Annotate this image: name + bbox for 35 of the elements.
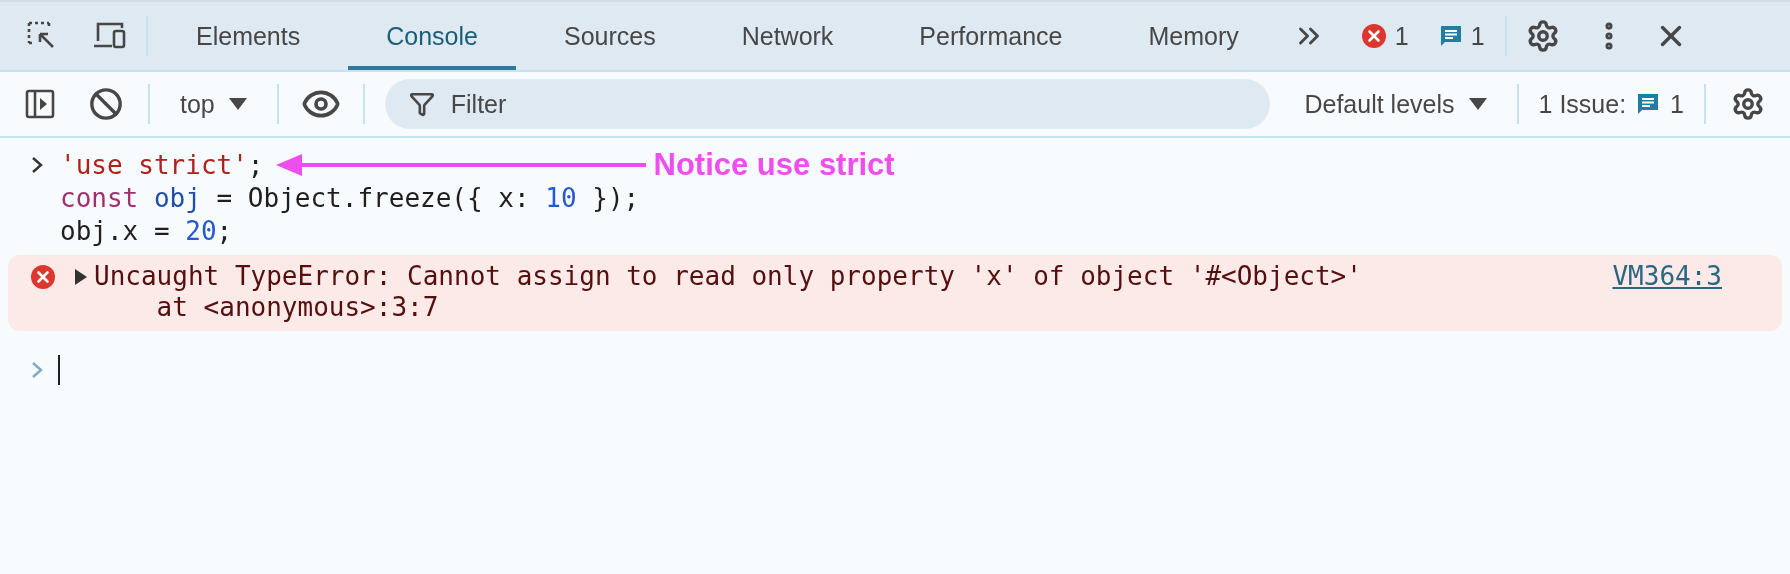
panel-tab[interactable]: Network bbox=[703, 2, 872, 70]
message-icon bbox=[1636, 92, 1661, 116]
issues-count[interactable]: 1 bbox=[1670, 89, 1684, 119]
expand-triangle-icon[interactable] bbox=[74, 269, 88, 285]
panel-tab[interactable]: Elements bbox=[158, 2, 339, 70]
sidebar-toggle-icon[interactable] bbox=[25, 89, 55, 119]
code-line: const obj = Object.freeze({ x: 10 }); bbox=[60, 182, 640, 213]
context-selector[interactable]: top bbox=[170, 89, 257, 119]
prompt-icon bbox=[30, 361, 44, 379]
filter-icon bbox=[408, 91, 435, 117]
stack-trace: at <anonymous>:3:7 bbox=[155, 292, 440, 323]
error-text: Uncaught TypeError: Cannot assign to read only property 'x' of object '#<Object>' bbox=[94, 261, 1363, 292]
issues-label[interactable]: 1 Issue: bbox=[1538, 89, 1627, 119]
panel-tab[interactable]: Memory bbox=[1110, 2, 1277, 70]
device-icon[interactable] bbox=[92, 21, 128, 51]
message-count: 1 bbox=[1470, 21, 1485, 51]
annotation-text: Notice use strict bbox=[653, 146, 895, 183]
error-count-icon bbox=[1360, 23, 1387, 49]
caret-icon[interactable] bbox=[228, 97, 247, 111]
error-count: 1 bbox=[1394, 21, 1409, 51]
console-settings-icon[interactable] bbox=[1731, 87, 1765, 121]
panel-tab[interactable]: Sources bbox=[525, 2, 694, 70]
clear-console-icon[interactable] bbox=[89, 87, 123, 121]
code-line: obj.x = 20; bbox=[60, 215, 233, 246]
error-icon bbox=[30, 264, 56, 290]
chevron-icon bbox=[30, 156, 44, 174]
source-link[interactable]: VM364:3 bbox=[1612, 261, 1722, 292]
panel-tab[interactable]: Performance bbox=[881, 2, 1101, 70]
code-line: 'use strict'; bbox=[60, 149, 264, 180]
filter-field[interactable]: Filter bbox=[384, 79, 1271, 129]
settings-icon[interactable] bbox=[1525, 19, 1560, 53]
log-levels-dropdown[interactable]: Default levels bbox=[1294, 89, 1497, 119]
panel-tab[interactable]: Console bbox=[348, 2, 516, 70]
message-icon bbox=[1438, 24, 1463, 48]
caret-icon[interactable] bbox=[1468, 97, 1487, 111]
